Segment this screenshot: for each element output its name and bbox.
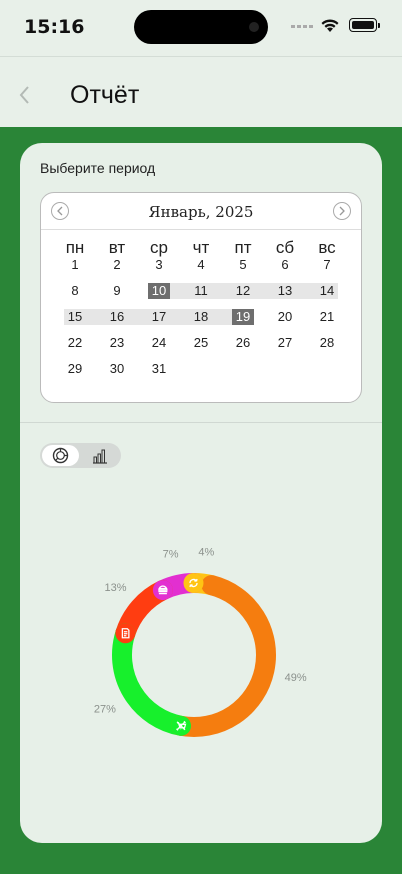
cellular-signal-icon [291,25,313,28]
donut-chart: 49% 27% 13% 7% 4% [94,547,307,737]
donut-slice[interactable] [112,623,192,736]
slice-cap [183,573,204,594]
slice-percent-label: 13% [104,582,126,594]
slice-percent-label: 27% [94,704,116,716]
slice-percent-label: 7% [163,549,179,561]
dynamic-island [134,10,268,44]
back-chevron-icon[interactable] [14,79,36,109]
status-time: 15:16 [24,16,85,38]
report-card: Выберите период Январь, 2025 пн вт ср чт пт с… [20,143,382,843]
page-title: Отчёт [70,81,140,109]
slice-percent-label: 49% [285,672,307,684]
donut-slice[interactable] [171,575,276,737]
slice-percent-label: 4% [198,547,214,559]
status-bar: 15:16 [0,0,402,56]
battery-icon [349,18,380,32]
app-header: Отчёт [0,56,402,127]
wifi-icon [321,19,339,32]
